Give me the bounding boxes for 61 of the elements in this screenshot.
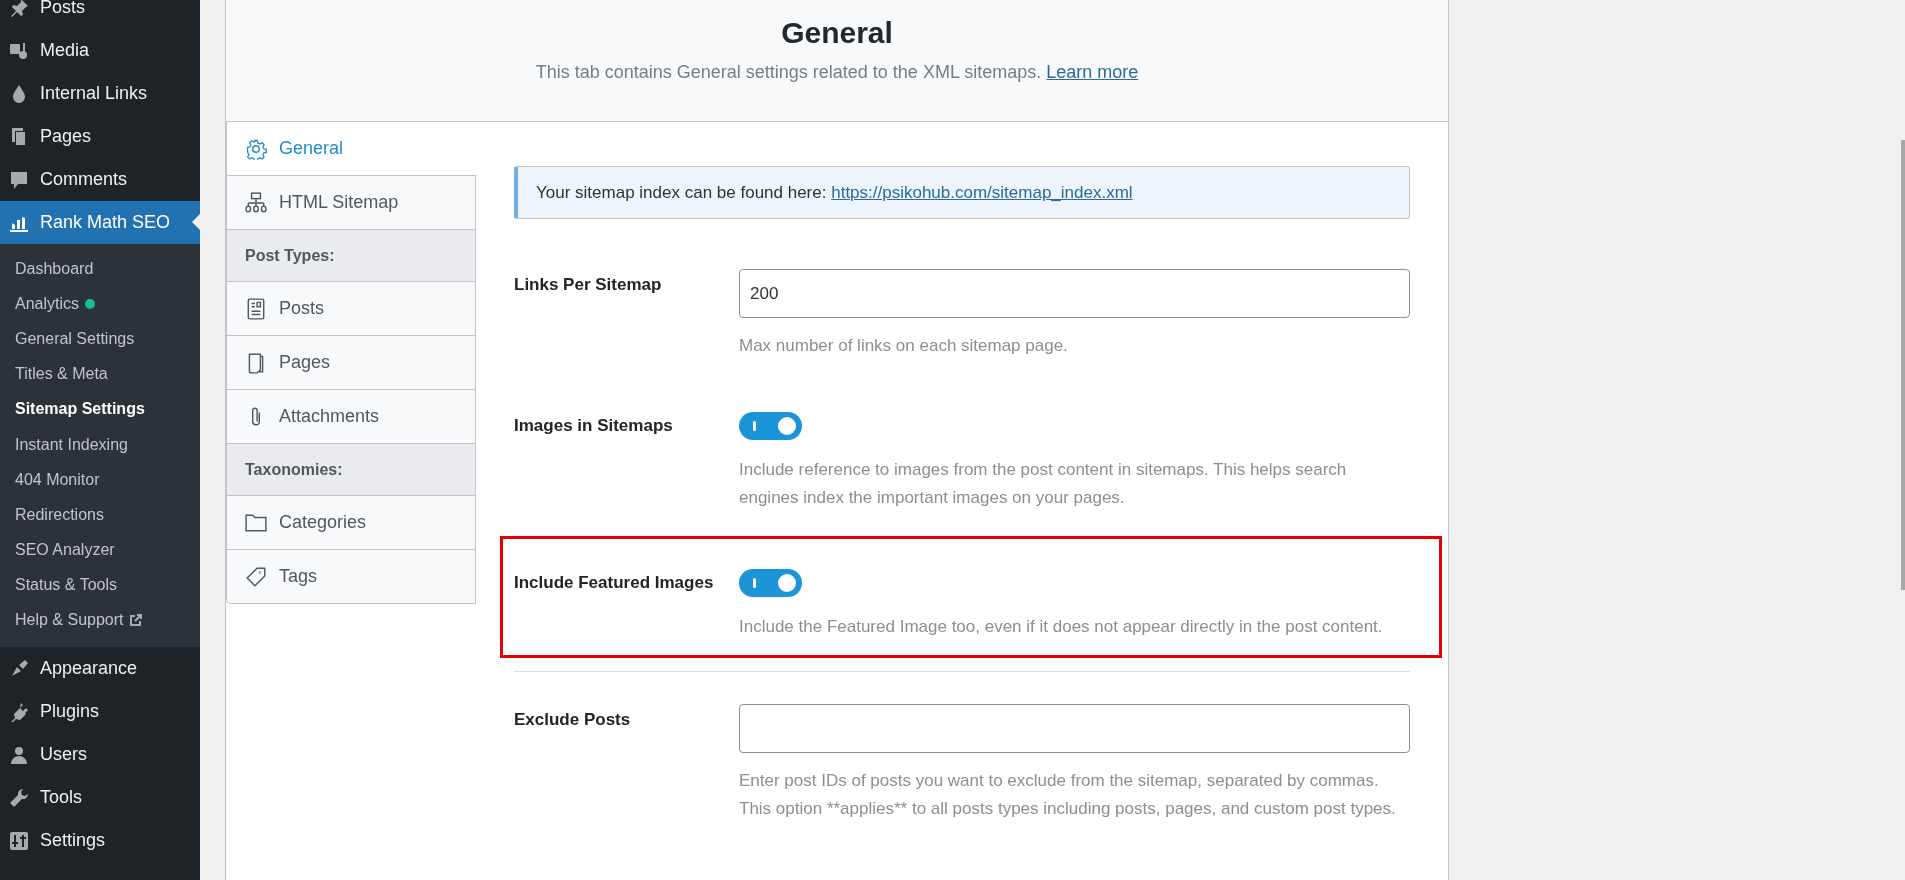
submenu-item[interactable]: Analytics (0, 286, 200, 322)
sidebar-menu-item[interactable]: Users (0, 733, 200, 777)
settings-tab[interactable]: Pages (226, 336, 476, 390)
setting-description: Max number of links on each sitemap page. (739, 335, 1069, 357)
tab-group-heading: Post Types: (226, 230, 476, 282)
submenu-item[interactable]: Instant Indexing (0, 426, 200, 463)
submenu-item[interactable]: 404 Monitor (0, 462, 200, 498)
scrollbar-thumb[interactable] (1901, 140, 1905, 590)
sidebar-menu-item[interactable]: Pages (0, 115, 200, 158)
pin-icon (9, 0, 29, 18)
sidebar-menu-item[interactable]: Rank Math SEO (0, 201, 200, 244)
sidebar-menu-item[interactable]: Plugins (0, 690, 200, 734)
sliders-icon (9, 830, 29, 851)
page-title: General (781, 16, 893, 50)
setting-description: Include the Featured Image too, even if it does not appear directly in the post content. (739, 616, 1384, 638)
document-icon (245, 297, 267, 320)
settings-tab[interactable]: Categories (226, 496, 476, 550)
settings-tab[interactable]: Attachments (226, 390, 476, 444)
sidebar-menu-item[interactable]: Media (0, 29, 200, 72)
speech-bubble-icon (9, 169, 29, 190)
setting-label: Exclude Posts (514, 709, 632, 731)
wrench-icon (9, 787, 29, 808)
learn-more-link[interactable]: Learn more (1046, 62, 1139, 82)
submenu-item[interactable]: General Settings (0, 321, 200, 357)
plug-icon (9, 701, 29, 722)
setting-label: Include Featured Images (514, 572, 715, 594)
sidebar-menu-item[interactable]: Appearance (0, 647, 200, 691)
settings-tab[interactable]: General (226, 122, 477, 176)
sitemap-notice: Your sitemap index can be found here: https://psikohub.com/sitemap_index.xml (514, 166, 1410, 219)
setting-description: Enter post IDs of posts you want to exclude from the sitemap, separated by commas. This option **applies** to all posts types including posts, pages, and custom post types. (739, 770, 1397, 820)
sitemap-url-link[interactable]: https://psikohub.com/sitemap_index.xml (831, 182, 1133, 203)
settings-tab[interactable]: Tags (226, 550, 476, 604)
sidebar-menu-item[interactable]: Comments (0, 158, 200, 201)
submenu-item[interactable]: Help & Support (0, 602, 200, 639)
submenu-item[interactable]: Redirections (0, 497, 200, 533)
sitemap-icon (245, 191, 267, 214)
settings-tab[interactable]: Posts (226, 282, 476, 336)
toggle-switch[interactable] (739, 569, 802, 597)
sidebar-menu-item[interactable]: Posts (0, 0, 200, 29)
setting-label: Images in Sitemaps (514, 415, 674, 437)
text-input-field[interactable]: 200 (739, 269, 1410, 318)
submenu-item[interactable]: SEO Analyzer (0, 532, 200, 568)
submenu-item[interactable]: Status & Tools (0, 567, 200, 603)
sidebar-menu-item[interactable]: Internal Links (0, 72, 200, 115)
page-description: This tab contains General settings related to the XML sitemaps. Learn more (535, 62, 1139, 83)
submenu-item[interactable]: Titles & Meta (0, 356, 200, 392)
tag-icon (245, 565, 267, 588)
submenu-item[interactable]: Sitemap Settings (0, 391, 200, 427)
text-input-field[interactable] (739, 704, 1410, 753)
tab-group-heading: Taxonomies: (226, 444, 476, 496)
setting-description: Include reference to images from the post content in sitemaps. This helps search engines index the important images on your pages. (739, 459, 1348, 509)
user-icon (9, 744, 29, 765)
brush-icon (9, 658, 29, 679)
setting-label: Links Per Sitemap (514, 274, 663, 296)
submenu-item[interactable]: Dashboard (0, 251, 200, 287)
media-icon (9, 40, 29, 61)
settings-tab[interactable]: HTML Sitemap (226, 176, 476, 230)
sidebar-menu-item[interactable]: Tools (0, 776, 200, 820)
toggle-switch[interactable] (739, 412, 802, 440)
sidebar-menu-item[interactable]: Settings (0, 819, 200, 863)
gear-icon (245, 137, 267, 160)
